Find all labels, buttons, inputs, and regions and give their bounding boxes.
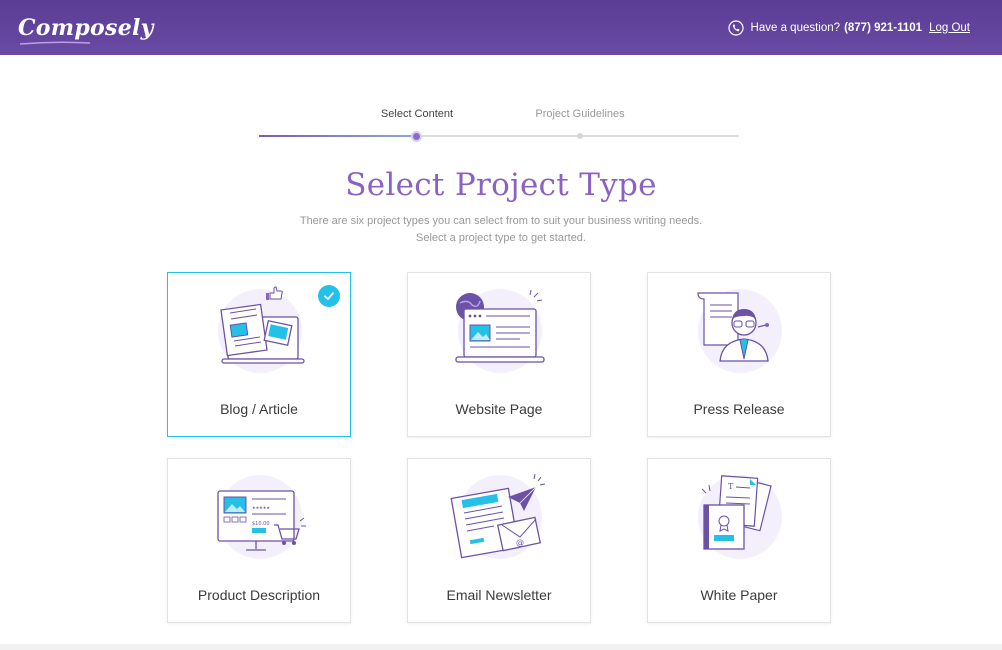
phone-number[interactable]: (877) 921-1101 <box>844 22 922 34</box>
step-dot-active <box>411 131 422 142</box>
project-card-email-newsletter[interactable]: @ Email Newsletter <box>407 458 591 623</box>
stepper-track-progress <box>259 135 417 137</box>
project-card-label: Product Description <box>197 587 321 603</box>
top-header: Composely Have a question? (877) 921-110… <box>0 0 1002 55</box>
svg-text:★★★★★: ★★★★★ <box>252 505 270 510</box>
page-title: Select Project Type <box>345 167 657 203</box>
logout-link[interactable]: Log Out <box>929 22 970 34</box>
step-dot-inactive <box>577 133 583 139</box>
project-card-website-page[interactable]: Website Page <box>407 272 591 437</box>
logo-underline-icon <box>20 40 90 45</box>
step-project-guidelines[interactable]: Project Guidelines <box>535 108 624 120</box>
step-select-content[interactable]: Select Content <box>381 108 453 120</box>
project-card-label: Website Page <box>455 401 543 417</box>
project-card-press-release[interactable]: Press Release <box>647 272 831 437</box>
project-card-white-paper[interactable]: T White Paper <box>647 458 831 623</box>
website-page-illustration-icon <box>455 289 545 373</box>
project-card-label: White Paper <box>700 587 778 603</box>
project-card-label: Blog / Article <box>220 401 298 417</box>
progress-stepper: Select Content Project Guidelines <box>259 104 739 144</box>
project-card-blog-article[interactable]: Blog / Article <box>167 272 351 437</box>
email-newsletter-illustration-icon: @ <box>450 473 546 559</box>
page-subtitle: There are six project types you can sele… <box>0 213 1002 247</box>
white-paper-illustration-icon: T <box>698 475 782 559</box>
logo-text: Composely <box>18 14 154 41</box>
project-card-label: Email Newsletter <box>446 587 552 603</box>
price-tag-text: $10.00 <box>252 521 270 527</box>
product-description-illustration-icon: ★★★★★ $10.00 <box>217 475 306 559</box>
phone-icon <box>727 19 744 36</box>
blog-article-illustration-icon <box>218 286 305 373</box>
question-text: Have a question? <box>750 21 841 34</box>
header-contact: Have a question? (877) 921-1101 Log Out <box>727 19 970 36</box>
svg-text:@: @ <box>516 538 524 547</box>
subtitle-line-1: There are six project types you can sele… <box>299 215 703 227</box>
bottom-divider <box>0 644 1002 650</box>
project-card-product-description[interactable]: ★★★★★ $10.00 Product Description <box>167 458 351 623</box>
press-release-illustration-icon <box>697 289 782 373</box>
selected-check-icon <box>318 285 340 307</box>
composely-logo[interactable]: Composely <box>18 14 154 45</box>
subtitle-line-2: Select a project type to get started. <box>416 232 586 244</box>
svg-text:T: T <box>728 482 734 491</box>
project-card-label: Press Release <box>693 401 785 417</box>
